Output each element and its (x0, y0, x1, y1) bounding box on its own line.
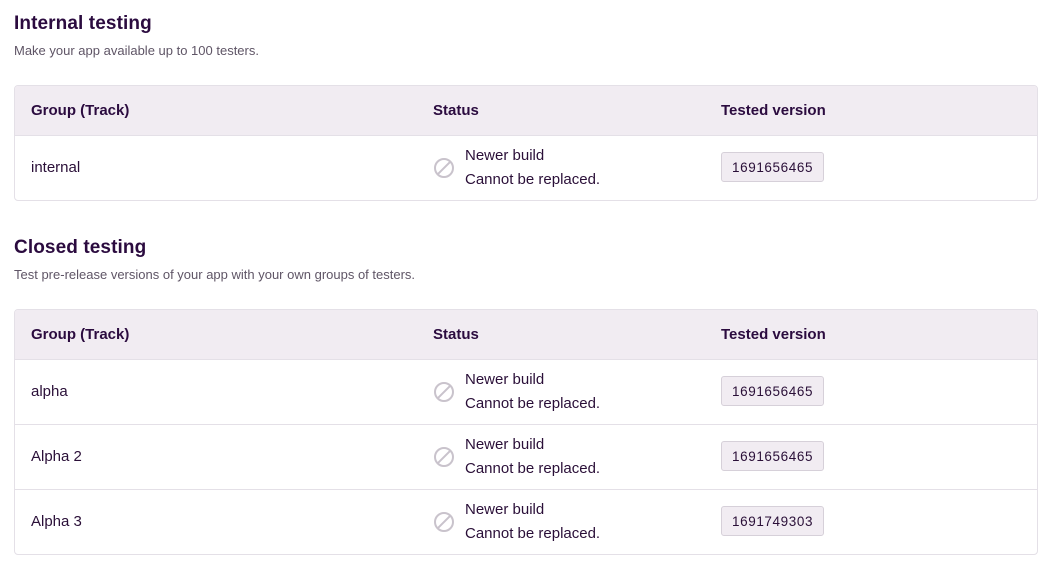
internal-testing-subtitle: Make your app available up to 100 tester… (14, 43, 259, 58)
table-row: internal Newer build Cannot be replaced.… (15, 135, 1037, 200)
track-name: Alpha 3 (31, 513, 82, 530)
status-title: Newer build (465, 501, 545, 518)
blocked-icon (433, 381, 455, 403)
status-cell: Newer build Cannot be replaced. (433, 425, 600, 489)
table-header: Group (Track) Status Tested version (15, 310, 1037, 359)
blocked-icon (433, 157, 455, 179)
column-header-status: Status (433, 326, 479, 343)
table-row: Alpha 2 Newer build Cannot be replaced. … (15, 424, 1037, 489)
status-cell: Newer build Cannot be replaced. (433, 490, 600, 554)
internal-testing-table: Group (Track) Status Tested version inte… (14, 85, 1038, 201)
table-header: Group (Track) Status Tested version (15, 86, 1037, 135)
status-detail: Cannot be replaced. (465, 460, 601, 477)
column-header-version: Tested version (721, 102, 826, 119)
table-row: Alpha 3 Newer build Cannot be replaced. … (15, 489, 1037, 554)
table-row: alpha Newer build Cannot be replaced. 16… (15, 359, 1037, 424)
closed-testing-table: Group (Track) Status Tested version alph… (14, 309, 1038, 555)
track-name: internal (31, 159, 81, 176)
status-cell: Newer build Cannot be replaced. (433, 360, 600, 424)
status-title: Newer build (465, 436, 545, 453)
status-detail: Cannot be replaced. (465, 395, 601, 412)
version-chip[interactable]: 1691749303 (721, 506, 825, 536)
closed-testing-subtitle: Test pre-release versions of your app wi… (14, 267, 416, 282)
blocked-icon (433, 446, 455, 468)
column-header-status: Status (433, 102, 479, 119)
column-header-group: Group (Track) (31, 326, 130, 343)
closed-testing-title: Closed testing (14, 237, 147, 258)
status-cell: Newer build Cannot be replaced. (433, 136, 600, 200)
column-header-group: Group (Track) (31, 102, 130, 119)
track-name: Alpha 2 (31, 448, 82, 465)
blocked-icon (433, 511, 455, 533)
testing-tracks-page: Internal testing Make your app available… (0, 0, 1054, 573)
version-chip[interactable]: 1691656465 (721, 441, 825, 471)
track-name: alpha (31, 383, 68, 400)
internal-testing-title: Internal testing (14, 13, 152, 34)
version-chip[interactable]: 1691656465 (721, 376, 825, 406)
column-header-version: Tested version (721, 326, 826, 343)
version-chip[interactable]: 1691656465 (721, 152, 825, 182)
status-detail: Cannot be replaced. (465, 525, 601, 542)
status-title: Newer build (465, 371, 545, 388)
status-title: Newer build (465, 147, 545, 164)
status-detail: Cannot be replaced. (465, 171, 601, 188)
